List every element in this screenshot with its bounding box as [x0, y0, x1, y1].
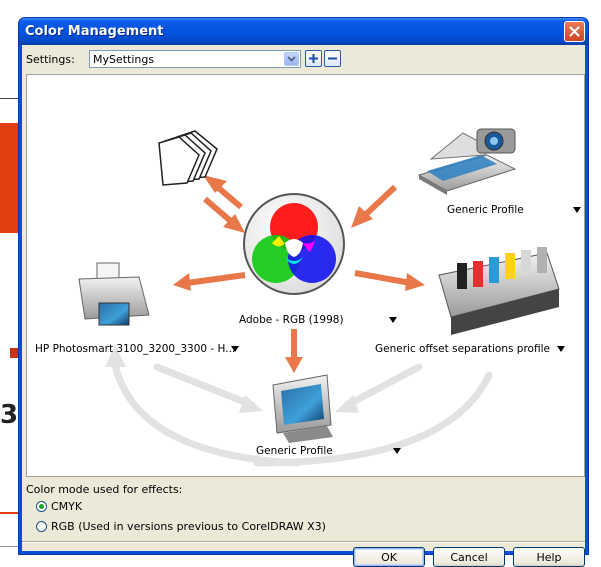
monitor-icon: [272, 374, 333, 443]
window-title: Color Management: [25, 24, 164, 39]
dropdown-arrow-button[interactable]: [284, 52, 299, 66]
color-workflow-panel: Generic Profile Adobe - RGB (1998) HP Ph…: [26, 74, 585, 477]
press-profile-dropdown-arrow[interactable]: [557, 346, 565, 352]
scanner-camera-icon: [417, 128, 517, 195]
monitor-profile-dropdown-arrow[interactable]: [393, 448, 401, 454]
grey-arrow-printer-monitor: [153, 363, 256, 409]
help-button[interactable]: Help: [513, 547, 585, 567]
cancel-button[interactable]: Cancel: [433, 547, 505, 567]
offset-press-icon: [438, 247, 560, 335]
plus-icon: [309, 54, 318, 63]
radio-rgb-circle[interactable]: [36, 521, 47, 532]
background-rule-red: [0, 512, 18, 514]
background-rule-top: [0, 98, 20, 99]
radio-rgb[interactable]: RGB (Used in versions previous to CorelD…: [36, 520, 326, 533]
background-digit: 3: [0, 400, 19, 430]
settings-label: Settings:: [26, 53, 75, 66]
background-red-block: [0, 123, 18, 233]
scanner-profile-dropdown-arrow[interactable]: [573, 207, 581, 213]
printer-profile-dropdown-arrow[interactable]: [231, 346, 239, 352]
press-profile-label: Generic offset separations profile: [375, 343, 550, 355]
minus-icon: [328, 57, 337, 60]
dialog-body: Settings: MySettings Generic Profile Ado…: [22, 45, 585, 567]
background-red-mark: [10, 348, 18, 358]
radio-rgb-label: RGB (Used in versions previous to CorelD…: [51, 520, 326, 533]
center-profile-label: Adobe - RGB (1998): [239, 314, 344, 326]
grey-arrow-press-monitor: [343, 363, 423, 409]
center-profile-dropdown-arrow[interactable]: [389, 317, 397, 323]
color-management-dialog: Color Management Settings: MySettings Ge…: [18, 17, 589, 567]
scanner-profile-label: Generic Profile: [447, 204, 524, 216]
ok-button[interactable]: OK: [353, 547, 425, 567]
remove-setting-button[interactable]: [324, 50, 341, 67]
workflow-diagram: [78, 128, 560, 467]
close-icon: [569, 26, 580, 37]
settings-value: MySettings: [93, 53, 155, 66]
chevron-down-icon: [287, 56, 296, 62]
radio-cmyk-label: CMYK: [51, 500, 83, 513]
printer-icon: [78, 262, 150, 326]
radio-cmyk[interactable]: CMYK: [36, 500, 82, 513]
printer-profile-label: HP Photosmart 3100_3200_3300 - H...: [35, 343, 236, 355]
settings-dropdown[interactable]: MySettings: [89, 50, 301, 68]
footer-divider: [22, 541, 585, 543]
background-rule-bottom: [0, 546, 20, 547]
color-mode-label: Color mode used for effects:: [26, 483, 183, 496]
settings-row: Settings: MySettings: [22, 45, 585, 71]
monitor-profile-label: Generic Profile: [256, 445, 333, 457]
radio-cmyk-circle[interactable]: [36, 501, 47, 512]
title-bar: Color Management: [19, 18, 588, 45]
close-button[interactable]: [564, 21, 585, 42]
rgb-color-sphere-icon: [243, 193, 345, 295]
add-setting-button[interactable]: [305, 50, 322, 67]
